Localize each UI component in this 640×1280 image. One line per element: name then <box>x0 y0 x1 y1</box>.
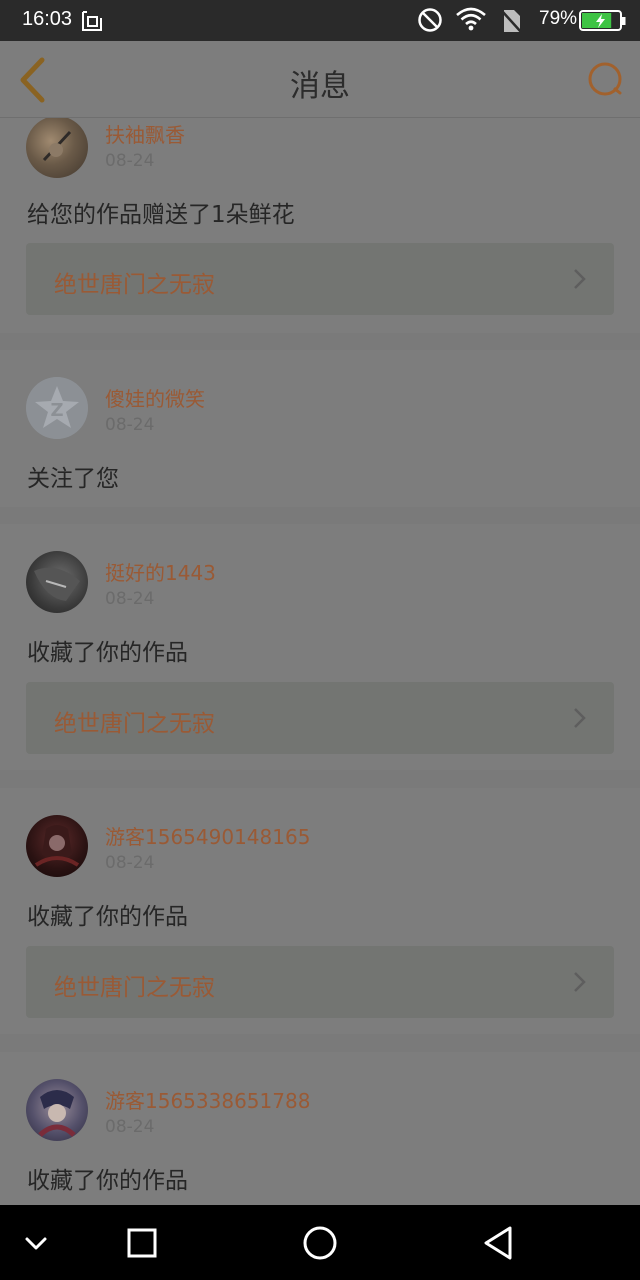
chevron-right-icon <box>572 970 588 994</box>
home-button[interactable] <box>300 1223 340 1263</box>
message-text: 收藏了你的作品 <box>27 1168 188 1194</box>
avatar[interactable] <box>26 815 88 877</box>
message-text: 收藏了你的作品 <box>27 640 188 666</box>
username[interactable]: 傻娃的微笑 <box>105 383 205 412</box>
svg-text:Z: Z <box>50 400 63 421</box>
app-header: 消息 <box>0 41 640 118</box>
search-icon <box>584 62 628 106</box>
collapse-icon <box>16 1237 56 1267</box>
message-card[interactable]: 扶袖飘香 08-24 给您的作品赠送了1朵鲜花 绝世唐门之无寂 <box>0 118 640 333</box>
collapse-button[interactable] <box>16 1223 56 1263</box>
message-card[interactable]: Z 傻娃的微笑 08-24 关注了您 <box>0 350 640 507</box>
image-notification-icon <box>80 9 104 37</box>
battery-charging-icon <box>579 10 627 36</box>
username[interactable]: 游客1565338651788 <box>105 1085 310 1114</box>
no-sim-icon <box>500 8 522 38</box>
avatar[interactable]: Z <box>26 377 88 439</box>
recent-apps-button[interactable] <box>122 1223 162 1263</box>
wifi-icon <box>455 6 487 36</box>
avatar[interactable] <box>26 1079 88 1141</box>
home-icon <box>300 1226 340 1267</box>
username[interactable]: 扶袖飘香 <box>105 119 185 148</box>
message-card[interactable]: 游客1565338651788 08-24 收藏了你的作品 <box>0 1052 640 1205</box>
back-nav-button[interactable] <box>478 1223 518 1263</box>
message-text: 给您的作品赠送了1朵鲜花 <box>27 202 295 228</box>
page-title: 消息 <box>290 69 350 104</box>
recent-apps-icon <box>122 1228 162 1267</box>
avatar[interactable] <box>26 551 88 613</box>
navigation-bar <box>0 1205 640 1280</box>
message-list[interactable]: 扶袖飘香 08-24 给您的作品赠送了1朵鲜花 绝世唐门之无寂 Z 傻娃的微笑 … <box>0 118 640 1205</box>
chevron-right-icon <box>572 706 588 730</box>
username[interactable]: 挺好的1443 <box>105 557 216 586</box>
search-button[interactable] <box>584 58 628 102</box>
chevron-right-icon <box>572 267 588 291</box>
status-bar: 16:03 79% <box>0 0 640 41</box>
message-card[interactable]: 游客1565490148165 08-24 收藏了你的作品 绝世唐门之无寂 <box>0 788 640 1034</box>
status-time: 16:03 <box>22 8 73 30</box>
do-not-disturb-icon <box>417 7 443 37</box>
work-title: 绝世唐门之无寂 <box>54 711 215 737</box>
message-date: 08-24 <box>105 415 155 435</box>
message-date: 08-24 <box>105 151 155 171</box>
work-link[interactable]: 绝世唐门之无寂 <box>26 946 614 1018</box>
battery-percent: 79% <box>539 8 578 29</box>
message-date: 08-24 <box>105 853 155 873</box>
message-text: 收藏了你的作品 <box>27 904 188 930</box>
back-icon <box>478 1226 518 1267</box>
username[interactable]: 游客1565490148165 <box>105 821 310 850</box>
work-link[interactable]: 绝世唐门之无寂 <box>26 243 614 315</box>
message-text: 关注了您 <box>27 466 119 492</box>
message-date: 08-24 <box>105 1117 155 1137</box>
work-link[interactable]: 绝世唐门之无寂 <box>26 682 614 754</box>
work-title: 绝世唐门之无寂 <box>54 975 215 1001</box>
work-title: 绝世唐门之无寂 <box>54 272 215 298</box>
message-card[interactable]: 挺好的1443 08-24 收藏了你的作品 绝世唐门之无寂 <box>0 524 640 770</box>
avatar[interactable] <box>26 118 88 178</box>
message-date: 08-24 <box>105 589 155 609</box>
